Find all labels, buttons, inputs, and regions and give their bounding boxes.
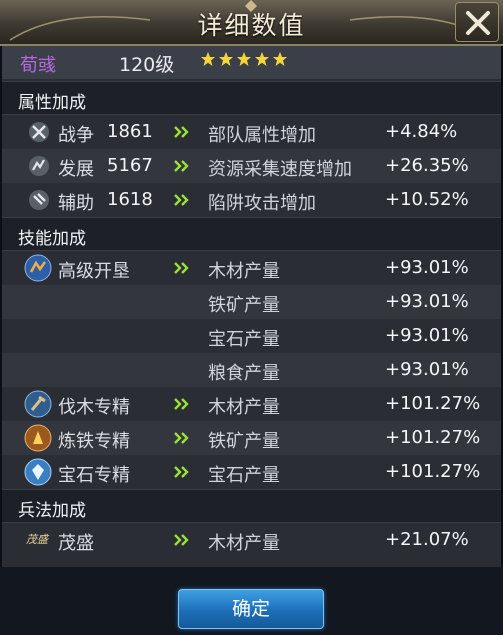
assist-icon xyxy=(29,190,49,210)
skill-row: 宝石产量 +93.01% xyxy=(2,319,501,353)
skill-row: 铁矿产量 +93.01% xyxy=(2,285,501,319)
dialog-title-bar: 详细数值 xyxy=(0,0,503,46)
close-button[interactable] xyxy=(455,2,499,42)
double-chevron-icon xyxy=(174,194,189,206)
development-icon xyxy=(29,156,49,176)
bonus-value: +101.27% xyxy=(385,427,481,448)
advanced-farming-icon xyxy=(24,254,52,282)
double-chevron-icon xyxy=(174,398,189,410)
attribute-value: 5167 xyxy=(107,155,153,176)
effect-label: 陷阱攻击增加 xyxy=(208,193,316,214)
crossed-swords-icon xyxy=(29,122,49,142)
effect-label: 资源采集速度增加 xyxy=(208,159,352,180)
skill-row: 炼铁专精 铁矿产量 +101.27% xyxy=(2,421,501,455)
close-icon xyxy=(466,11,490,35)
smelting-mastery-icon xyxy=(24,424,52,452)
skill-label: 宝石专精 xyxy=(58,465,130,486)
double-chevron-icon xyxy=(174,160,189,172)
bonus-value: +93.01% xyxy=(385,291,469,312)
bonus-value: +93.01% xyxy=(385,325,469,346)
double-chevron-icon xyxy=(174,126,189,138)
confirm-button[interactable]: 确定 xyxy=(178,589,324,629)
star-icon xyxy=(255,52,269,66)
effect-label: 木材产量 xyxy=(208,533,280,554)
section-header-skills: 技能加成 xyxy=(2,217,501,251)
attribute-row: 辅助 1618 陷阱攻击增加 +10.52% xyxy=(2,183,501,217)
effect-label: 铁矿产量 xyxy=(208,431,280,452)
star-icon xyxy=(201,52,215,66)
section-title: 属性加成 xyxy=(18,93,86,113)
double-chevron-icon xyxy=(174,262,189,274)
star-rating xyxy=(200,51,288,67)
skill-row: 粮食产量 +93.01% xyxy=(2,353,501,387)
effect-label: 木材产量 xyxy=(208,397,280,418)
effect-label: 部队属性增加 xyxy=(208,125,316,146)
section-header-tactics: 兵法加成 xyxy=(2,489,501,523)
gem-mastery-icon xyxy=(24,458,52,486)
skill-label: 伐木专精 xyxy=(58,397,130,418)
hero-info-row: 荀彧 120级 xyxy=(2,46,501,79)
effect-label: 铁矿产量 xyxy=(208,295,280,316)
maosheng-tactic-icon: 茂盛 xyxy=(26,533,48,546)
skill-label: 炼铁专精 xyxy=(58,431,130,452)
attribute-row: 战争 1861 部队属性增加 +4.84% xyxy=(2,115,501,149)
attribute-label: 发展 xyxy=(58,159,94,180)
attribute-row: 发展 5167 资源采集速度增加 +26.35% xyxy=(2,149,501,183)
effect-label: 粮食产量 xyxy=(208,363,280,384)
section-title: 兵法加成 xyxy=(18,501,86,521)
dialog-title: 详细数值 xyxy=(197,11,306,40)
attribute-value: 1861 xyxy=(107,121,153,142)
details-panel: 荀彧 120级 属性加成 战争 1861 部队属性增加 +4.84% 发展 51 xyxy=(2,46,501,567)
effect-label: 木材产量 xyxy=(208,261,280,282)
hero-name: 荀彧 xyxy=(20,55,56,76)
bonus-value: +10.52% xyxy=(385,189,469,210)
star-icon xyxy=(273,52,287,66)
logging-mastery-icon xyxy=(24,390,52,418)
attribute-label: 战争 xyxy=(58,125,94,146)
double-chevron-icon xyxy=(174,534,189,546)
bonus-value: +101.27% xyxy=(385,461,481,482)
effect-label: 宝石产量 xyxy=(208,465,280,486)
tactic-row: 茂盛 茂盛 木材产量 +21.07% xyxy=(2,523,501,557)
double-chevron-icon xyxy=(174,432,189,444)
star-icon xyxy=(219,52,233,66)
effect-label: 宝石产量 xyxy=(208,329,280,350)
double-chevron-icon xyxy=(174,466,189,478)
skill-label: 高级开垦 xyxy=(58,261,130,282)
bonus-value: +21.07% xyxy=(385,529,469,550)
tactic-label: 茂盛 xyxy=(58,533,94,554)
attribute-value: 1618 xyxy=(107,189,153,210)
attribute-label: 辅助 xyxy=(58,193,94,214)
bonus-value: +93.01% xyxy=(385,359,469,380)
bonus-value: +101.27% xyxy=(385,393,481,414)
bonus-value: +93.01% xyxy=(385,257,469,278)
bonus-value: +26.35% xyxy=(385,155,469,176)
skill-row: 宝石专精 宝石产量 +101.27% xyxy=(2,455,501,489)
section-header-attributes: 属性加成 xyxy=(2,81,501,115)
skill-row: 高级开垦 木材产量 +93.01% xyxy=(2,251,501,285)
bonus-value: +4.84% xyxy=(385,121,458,142)
skill-row: 伐木专精 木材产量 +101.27% xyxy=(2,387,501,421)
hero-level: 120级 xyxy=(119,54,175,76)
section-title: 技能加成 xyxy=(18,229,86,249)
star-icon xyxy=(237,52,251,66)
